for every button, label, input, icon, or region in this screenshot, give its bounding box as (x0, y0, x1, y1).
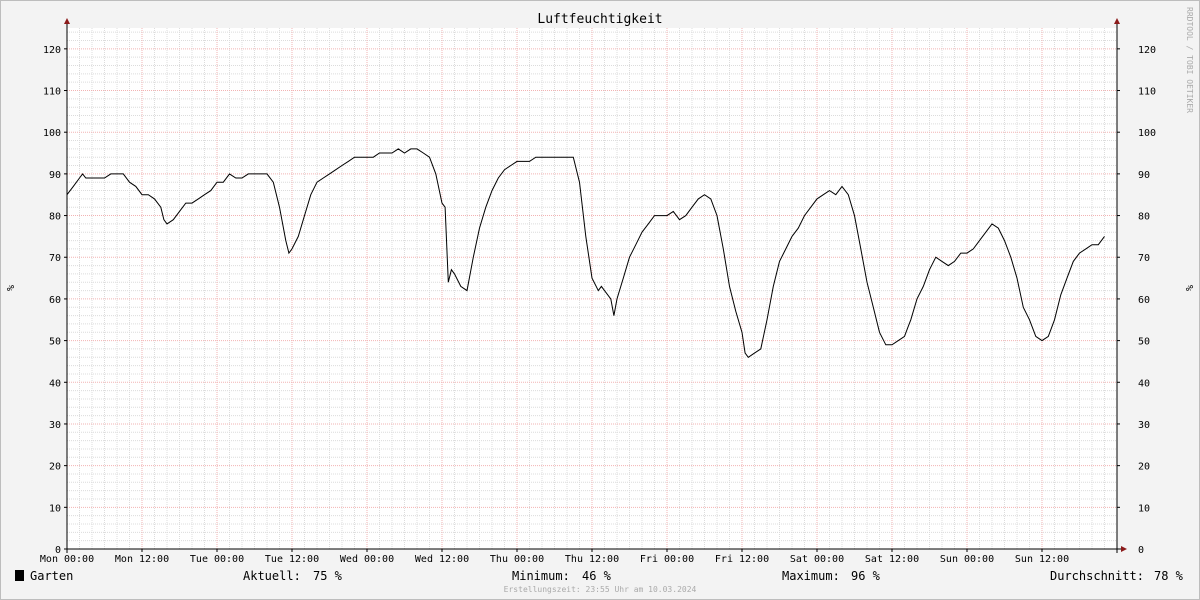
y-tick-label-left: 60 (49, 295, 61, 306)
x-axis-ticks: Mon 00:00 Mon 12:00 Tue 00:00 Tue 12:00 Wed … (40, 549, 1069, 565)
rrdtool-watermark: RRDTOOL / TOBI OETIKER (1185, 7, 1194, 113)
y-tick-label-right: 10 (1138, 503, 1150, 514)
y-tick-label-right: 50 (1138, 337, 1150, 348)
x-tick-label: Mon 12:00 (115, 554, 169, 565)
y-axis-right-arrow (1114, 18, 1120, 24)
y-axis-label-left: % (6, 285, 17, 291)
x-tick-label: Tue 00:00 (190, 554, 244, 565)
y-tick-label-left: 70 (49, 253, 61, 264)
y-tick-label-right: 40 (1138, 378, 1150, 389)
y-axis-left-ticks: 0102030405060708090100110120 (43, 45, 67, 556)
y-axis-label-right: % (1183, 285, 1194, 291)
y-axis-left-arrow (64, 18, 70, 24)
x-tick-label: Sat 12:00 (865, 554, 919, 565)
y-tick-label-left: 80 (49, 212, 61, 223)
x-tick-label: Sun 12:00 (1015, 554, 1069, 565)
x-tick-label: Fri 12:00 (715, 554, 769, 565)
x-axis-arrow (1121, 546, 1127, 552)
x-tick-label: Tue 12:00 (265, 554, 319, 565)
y-tick-label-left: 10 (49, 503, 61, 514)
legend-current-value: 75 % (313, 569, 343, 583)
chart-title: Luftfeuchtigkeit (537, 12, 662, 27)
y-tick-label-right: 80 (1138, 212, 1150, 223)
x-tick-label: Wed 00:00 (340, 554, 394, 565)
legend-avg-value: 78 % (1154, 569, 1184, 583)
y-tick-label-left: 50 (49, 337, 61, 348)
humidity-chart: 0 10 20 30 40 50 60 70 80 90 100 110 120 0 10 20 30 40 50… (6, 7, 1194, 594)
y-tick-label-right: 110 (1138, 87, 1156, 98)
legend-min-value: 46 % (582, 569, 612, 583)
y-tick-label-right: 70 (1138, 253, 1150, 264)
y-tick-label-left: 110 (43, 87, 61, 98)
footer-timestamp: Erstellungszeit: 23:55 Uhr am 10.03.2024 (504, 585, 697, 594)
x-tick-label: Thu 12:00 (565, 554, 619, 565)
legend-max-label: Maximum: (782, 569, 840, 583)
legend-min-label: Minimum: (512, 569, 570, 583)
x-tick-label: Thu 00:00 (490, 554, 544, 565)
y-tick-label-left: 90 (49, 170, 61, 181)
y-tick-label-right: 30 (1138, 420, 1150, 431)
y-tick-label-left: 120 (43, 45, 61, 56)
legend-max-value: 96 % (851, 569, 881, 583)
legend-current-label: Aktuell: (243, 569, 301, 583)
y-tick-label-left: 20 (49, 462, 61, 473)
legend-avg-label: Durchschnitt: (1050, 569, 1144, 583)
y-tick-label-right: 20 (1138, 462, 1150, 473)
y-tick-label-left: 40 (49, 378, 61, 389)
x-tick-label: Sun 00:00 (940, 554, 994, 565)
y-axis-right-ticks: 0 10 20 30 40 50 60 70 80 90 100 110 120 (1117, 45, 1156, 556)
y-tick-label-right: 90 (1138, 170, 1150, 181)
y-tick-label-right: 100 (1138, 128, 1156, 139)
y-tick-label-left: 30 (49, 420, 61, 431)
x-tick-label: Fri 00:00 (640, 554, 694, 565)
x-tick-label: Wed 12:00 (415, 554, 469, 565)
y-tick-label-right: 0 (1138, 545, 1144, 556)
y-tick-label-left: 100 (43, 128, 61, 139)
legend-swatch (15, 570, 24, 581)
x-tick-label: Mon 00:00 (40, 554, 94, 565)
legend-series-name: Garten (30, 569, 73, 583)
y-tick-label-right: 60 (1138, 295, 1150, 306)
y-tick-label-right: 120 (1138, 45, 1156, 56)
x-tick-label: Sat 00:00 (790, 554, 844, 565)
